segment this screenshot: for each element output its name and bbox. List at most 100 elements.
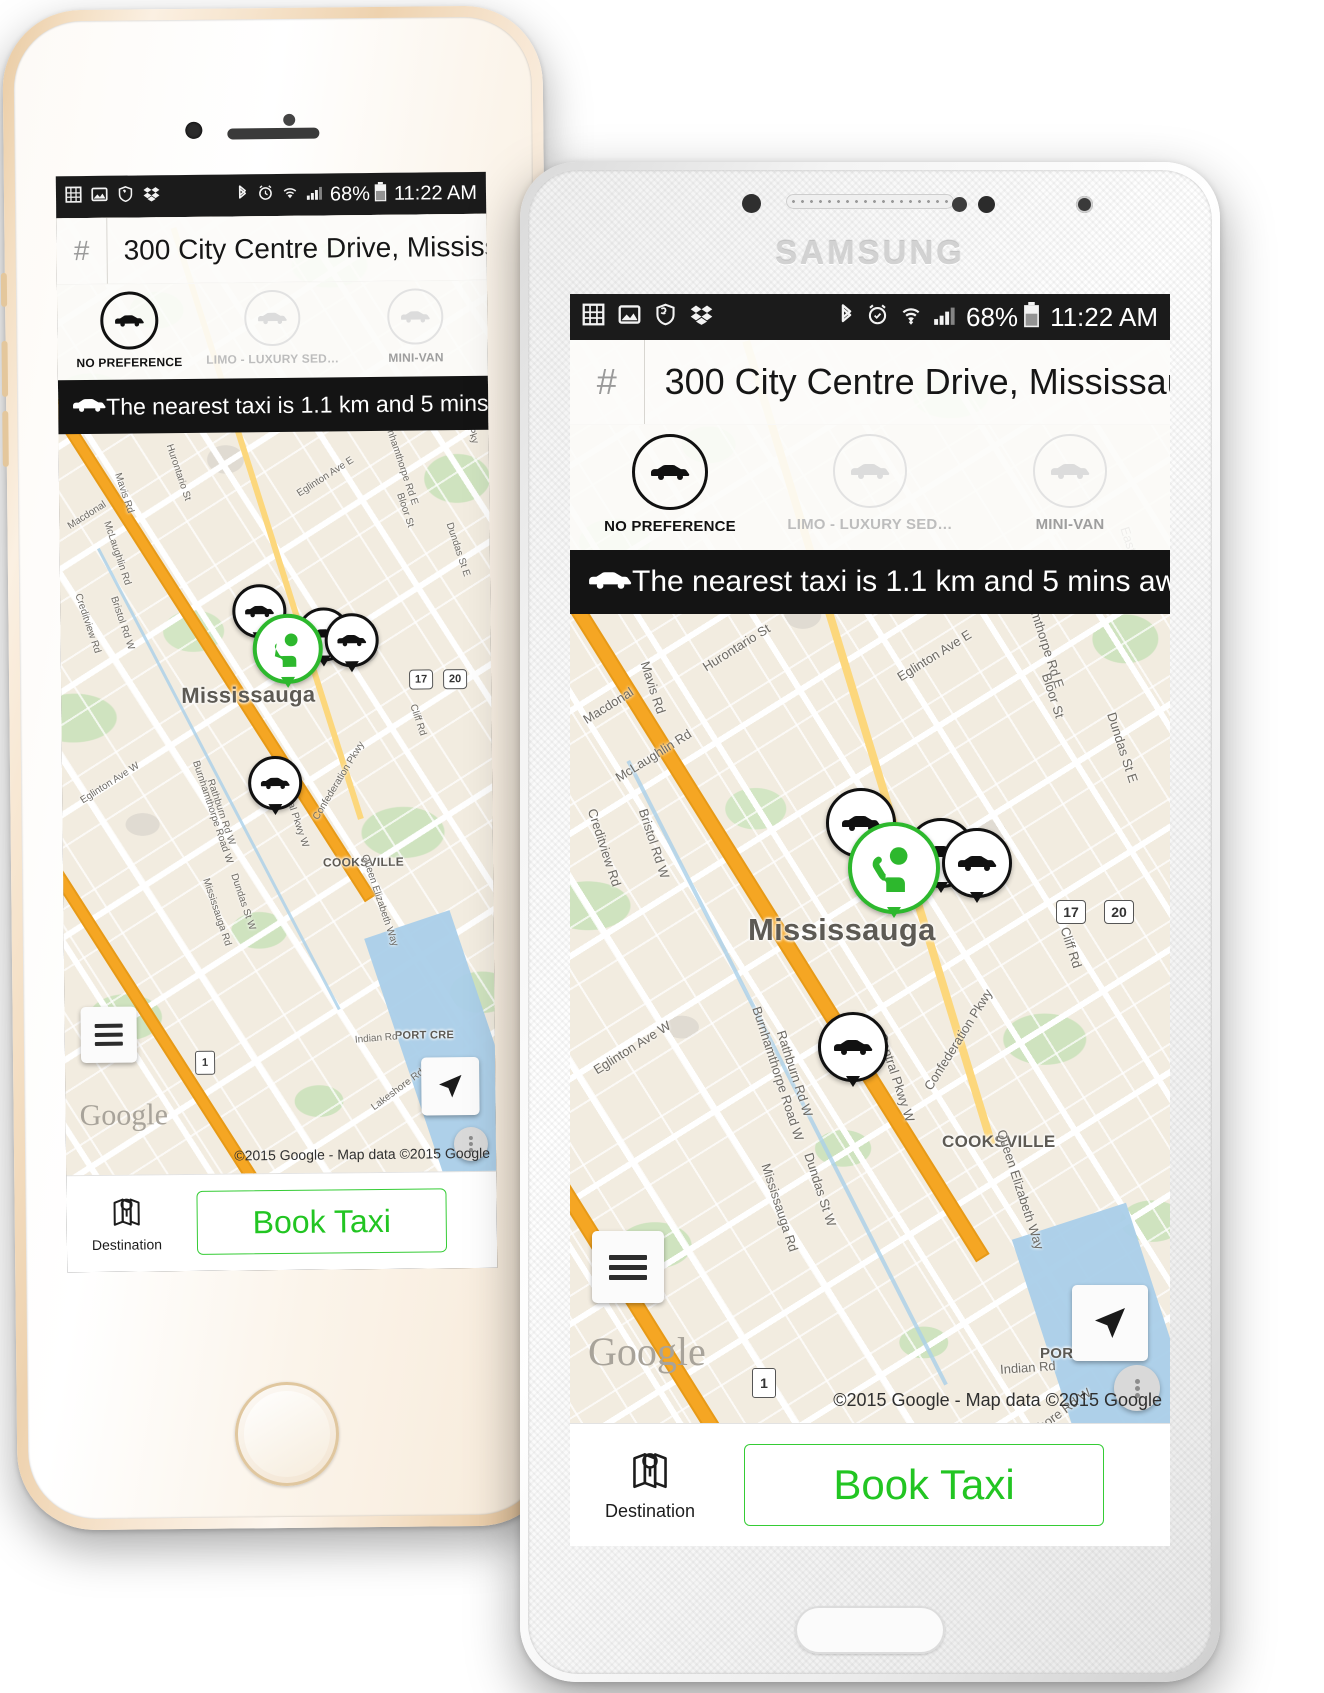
google-watermark: Google <box>588 1329 706 1374</box>
security-shield-icon <box>654 303 677 331</box>
app-screen-samsung: 68% 11:22 AM Mississauga COOKSVILLE PORT… <box>570 294 1170 1546</box>
banner-text: The nearest taxi is 1.1 km and 5 mins aw… <box>106 389 496 420</box>
vehicle-option-mini-van[interactable]: MINI-VAN <box>970 434 1170 533</box>
light-sensor-icon <box>978 196 995 213</box>
front-camera-icon <box>742 194 761 213</box>
calculator-icon <box>582 303 605 331</box>
vehicle-option-limo[interactable]: LIMO - LUXURY SED… <box>770 434 970 533</box>
alarm-icon <box>866 303 889 331</box>
sedan-icon <box>834 1039 873 1055</box>
volume-down-button[interactable] <box>2 410 9 467</box>
back-key[interactable] <box>1042 1620 1060 1638</box>
map-view[interactable]: Mississauga COOKSVILLE PORT CRE Macdonal… <box>56 213 497 1176</box>
vehicle-option-no-preference[interactable]: NO PREFERENCE <box>570 434 770 535</box>
status-bar: 68% 11:22 AM <box>570 294 1170 340</box>
signal-icon <box>933 303 956 331</box>
mute-switch[interactable] <box>0 272 8 307</box>
home-button[interactable] <box>795 1606 945 1654</box>
hash-icon[interactable]: # <box>570 340 645 424</box>
sedan-icon <box>260 777 290 790</box>
home-button[interactable] <box>234 1381 340 1487</box>
sedan-icon <box>99 291 159 350</box>
vehicle-type-selector[interactable]: NO PREFERENCE LIMO - LUXURY SED… MINI-VA… <box>56 279 488 390</box>
route-shield: 20 <box>1104 900 1134 924</box>
iphone-device: 68% 11:22 AM Mississauga COOKSVILLE PORT… <box>0 5 558 1531</box>
battery-icon <box>374 181 387 206</box>
dropbox-icon <box>143 185 160 207</box>
route-shield: 1 <box>752 1368 776 1398</box>
front-camera-icon <box>185 121 203 139</box>
proximity-sensor-icon <box>952 197 967 212</box>
address-input[interactable]: 300 City Centre Drive, Mississau <box>645 361 1170 403</box>
calculator-icon <box>65 186 82 208</box>
map-attribution: ©2015 Google - Map data ©2015 Google <box>234 1144 491 1164</box>
map-attribution: ©2015 Google - Map data ©2015 Google <box>833 1390 1162 1410</box>
sedan-icon <box>632 434 708 510</box>
map-view[interactable]: Mississauga COOKSVILLE PORT CRE Macdonal… <box>570 340 1170 1423</box>
vehicle-label: NO PREFERENCE <box>76 355 183 371</box>
samsung-screen: 68% 11:22 AM Mississauga COOKSVILLE PORT… <box>570 294 1170 1546</box>
person-hailing-icon <box>274 633 298 667</box>
minivan-icon <box>1033 434 1107 508</box>
map-pin-icon <box>629 1448 671 1497</box>
sedan-icon <box>245 605 274 618</box>
vehicle-label: NO PREFERENCE <box>604 518 736 535</box>
led-indicator-icon <box>1076 196 1093 213</box>
taxi-icon <box>588 570 632 595</box>
navigation-arrow-icon[interactable] <box>421 1056 480 1116</box>
google-watermark: Google <box>79 1098 169 1133</box>
samsung-device: SAMSUNG 68% 11:22 AM Mississauga COOKSVI… <box>520 162 1220 1682</box>
iphone-screen: 68% 11:22 AM Mississauga COOKSVILLE PORT… <box>55 171 498 1273</box>
nearest-taxi-banner: The nearest taxi is 1.1 km and 5 mins aw… <box>570 550 1170 614</box>
search-bar[interactable]: # 300 City Centre Drive, Mississau <box>56 213 487 286</box>
navigation-arrow-icon[interactable] <box>1072 1285 1148 1361</box>
taxi-marker[interactable] <box>324 612 379 668</box>
route-shield: 17 <box>1056 900 1086 924</box>
gallery-icon <box>618 303 641 331</box>
destination-button[interactable]: Destination <box>80 1194 173 1253</box>
address-input[interactable]: 300 City Centre Drive, Mississau <box>107 231 486 267</box>
vehicle-label: MINI-VAN <box>1035 516 1105 533</box>
route-shield: 17 <box>408 669 434 690</box>
hamburger-menu-icon[interactable] <box>80 1006 138 1064</box>
user-marker[interactable] <box>848 822 940 914</box>
sedan-icon <box>243 289 301 347</box>
vehicle-label: LIMO - LUXURY SED… <box>787 516 953 533</box>
taxi-marker[interactable] <box>247 755 303 811</box>
map-pin-icon <box>110 1194 142 1233</box>
map-city-label: Mississauga <box>181 681 316 709</box>
volume-up-button[interactable] <box>1 340 9 397</box>
destination-label: Destination <box>91 1236 163 1253</box>
map-city-label: Mississauga <box>748 912 936 947</box>
battery-icon <box>1023 301 1040 333</box>
bluetooth-icon <box>837 303 856 332</box>
user-marker[interactable] <box>252 613 324 685</box>
hash-icon[interactable]: # <box>56 217 108 285</box>
dropbox-icon <box>690 303 713 331</box>
hamburger-menu-icon[interactable] <box>592 1231 664 1303</box>
minivan-icon <box>387 288 444 345</box>
vehicle-type-selector[interactable]: NO PREFERENCE LIMO - LUXURY SED… MINI-VA… <box>570 424 1170 561</box>
status-time: 11:22 AM <box>1050 301 1158 332</box>
bluetooth-icon <box>235 184 250 207</box>
status-time: 11:22 AM <box>393 181 478 205</box>
alarm-icon <box>257 184 274 206</box>
destination-button[interactable]: Destination <box>588 1448 712 1522</box>
book-taxi-button[interactable]: Book Taxi <box>744 1444 1104 1526</box>
recents-key[interactable] <box>680 1620 698 1638</box>
taxi-marker[interactable] <box>818 1012 888 1082</box>
vehicle-option-mini-van[interactable]: MINI-VAN <box>344 288 488 365</box>
map-port-label: PORT CRE <box>394 1029 455 1042</box>
vehicle-option-limo[interactable]: LIMO - LUXURY SED… <box>200 289 344 367</box>
wifi-icon <box>281 184 299 206</box>
gallery-icon <box>91 186 108 208</box>
sedan-icon <box>337 634 367 647</box>
search-bar[interactable]: # 300 City Centre Drive, Mississau <box>570 340 1170 425</box>
vehicle-option-no-preference[interactable]: NO PREFERENCE <box>57 291 201 370</box>
taxi-marker[interactable] <box>942 828 1012 898</box>
vehicle-label: MINI-VAN <box>388 350 444 365</box>
book-taxi-button[interactable]: Book Taxi <box>196 1188 448 1255</box>
proximity-sensor-icon <box>283 113 296 126</box>
earpiece-speaker <box>786 194 954 209</box>
banner-text: The nearest taxi is 1.1 km and 5 mins aw… <box>632 565 1170 598</box>
